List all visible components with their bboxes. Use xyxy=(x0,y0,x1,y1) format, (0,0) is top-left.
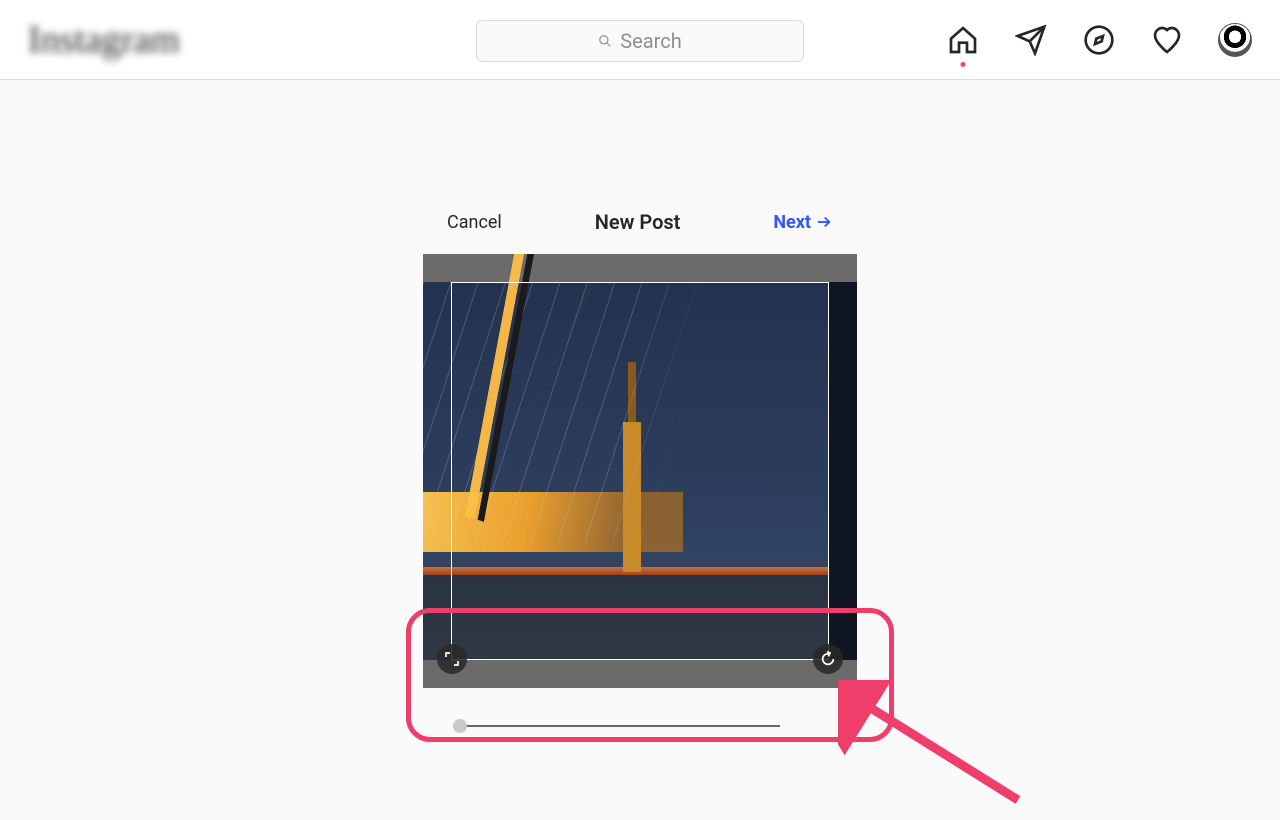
rotate-icon xyxy=(820,651,836,667)
zoom-track[interactable] xyxy=(460,725,780,727)
rotate-button[interactable] xyxy=(813,644,843,674)
expand-icon xyxy=(444,651,460,667)
search-input[interactable]: Search xyxy=(476,20,804,62)
home-button[interactable] xyxy=(946,23,980,57)
zoom-slider[interactable] xyxy=(450,706,830,746)
new-post-panel: Cancel New Post Next xyxy=(423,200,857,746)
notification-dot xyxy=(961,62,966,67)
expand-crop-button[interactable] xyxy=(437,644,467,674)
new-post-header: Cancel New Post Next xyxy=(423,200,857,244)
next-button[interactable]: Next xyxy=(773,212,833,233)
compass-icon xyxy=(1083,24,1115,56)
annotation-arrow xyxy=(838,680,1038,820)
nav-icons xyxy=(946,23,1252,57)
new-post-title: New Post xyxy=(595,210,681,234)
next-label: Next xyxy=(773,212,811,233)
zoom-thumb[interactable] xyxy=(453,719,467,733)
search-icon xyxy=(598,34,612,48)
heart-icon xyxy=(1151,24,1183,56)
crop-area[interactable] xyxy=(423,254,857,688)
activity-button[interactable] xyxy=(1150,23,1184,57)
app-header: Instagram Search xyxy=(0,0,1280,80)
arrow-right-icon xyxy=(815,213,833,231)
search-placeholder: Search xyxy=(620,29,681,53)
cancel-button[interactable]: Cancel xyxy=(447,212,502,233)
explore-button[interactable] xyxy=(1082,23,1116,57)
photo-overflow xyxy=(829,282,857,660)
profile-avatar[interactable] xyxy=(1218,23,1252,57)
app-logo[interactable]: Instagram xyxy=(28,18,188,62)
post-photo[interactable] xyxy=(423,282,857,660)
home-icon xyxy=(947,24,979,56)
messages-button[interactable] xyxy=(1014,23,1048,57)
send-icon xyxy=(1015,24,1047,56)
